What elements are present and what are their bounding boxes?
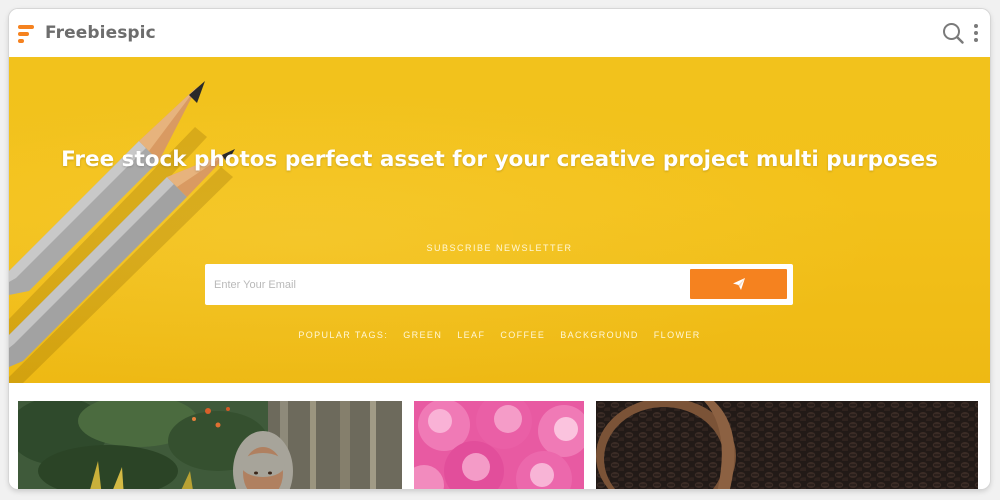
popular-tags-label: POPULAR TAGS:	[298, 330, 389, 340]
brand-name[interactable]: Freebiespic	[45, 23, 156, 43]
gallery-photo-flowers[interactable]	[414, 401, 584, 489]
email-input[interactable]	[210, 269, 686, 300]
paper-plane-icon	[732, 278, 745, 290]
gallery-photo-coffee[interactable]	[596, 401, 978, 489]
tag-flower[interactable]: FLOWER	[654, 330, 701, 340]
navbar: Freebiespic	[9, 9, 990, 57]
gallery-photo-woman[interactable]	[18, 401, 402, 489]
tag-leaf[interactable]: LEAF	[457, 330, 485, 340]
tag-green[interactable]: GREEN	[403, 330, 442, 340]
tag-background[interactable]: BACKGROUND	[560, 330, 639, 340]
subscribe-form	[205, 264, 793, 305]
photo-gallery	[9, 383, 990, 489]
browser-window: Freebiespic Free stock photos perfect as…	[9, 9, 990, 489]
subscribe-send-button[interactable]	[690, 269, 787, 299]
kebab-menu-icon[interactable]	[972, 22, 980, 44]
hero-title: Free stock photos perfect asset for your…	[61, 147, 938, 172]
hero-banner: Free stock photos perfect asset for your…	[9, 57, 990, 383]
tag-coffee[interactable]: COFFEE	[500, 330, 545, 340]
search-icon[interactable]	[942, 22, 964, 44]
pink-flowers-photo	[414, 401, 584, 489]
popular-tags: POPULAR TAGS: GREEN LEAF COFFEE BACKGROU…	[9, 330, 990, 340]
woman-in-hijab-garden-photo	[18, 401, 402, 489]
freebiespic-logo-icon[interactable]	[18, 25, 34, 43]
subscribe-newsletter-label: SUBSCRIBE NEWSLETTER	[426, 243, 573, 253]
coffee-beans-photo	[596, 401, 978, 489]
